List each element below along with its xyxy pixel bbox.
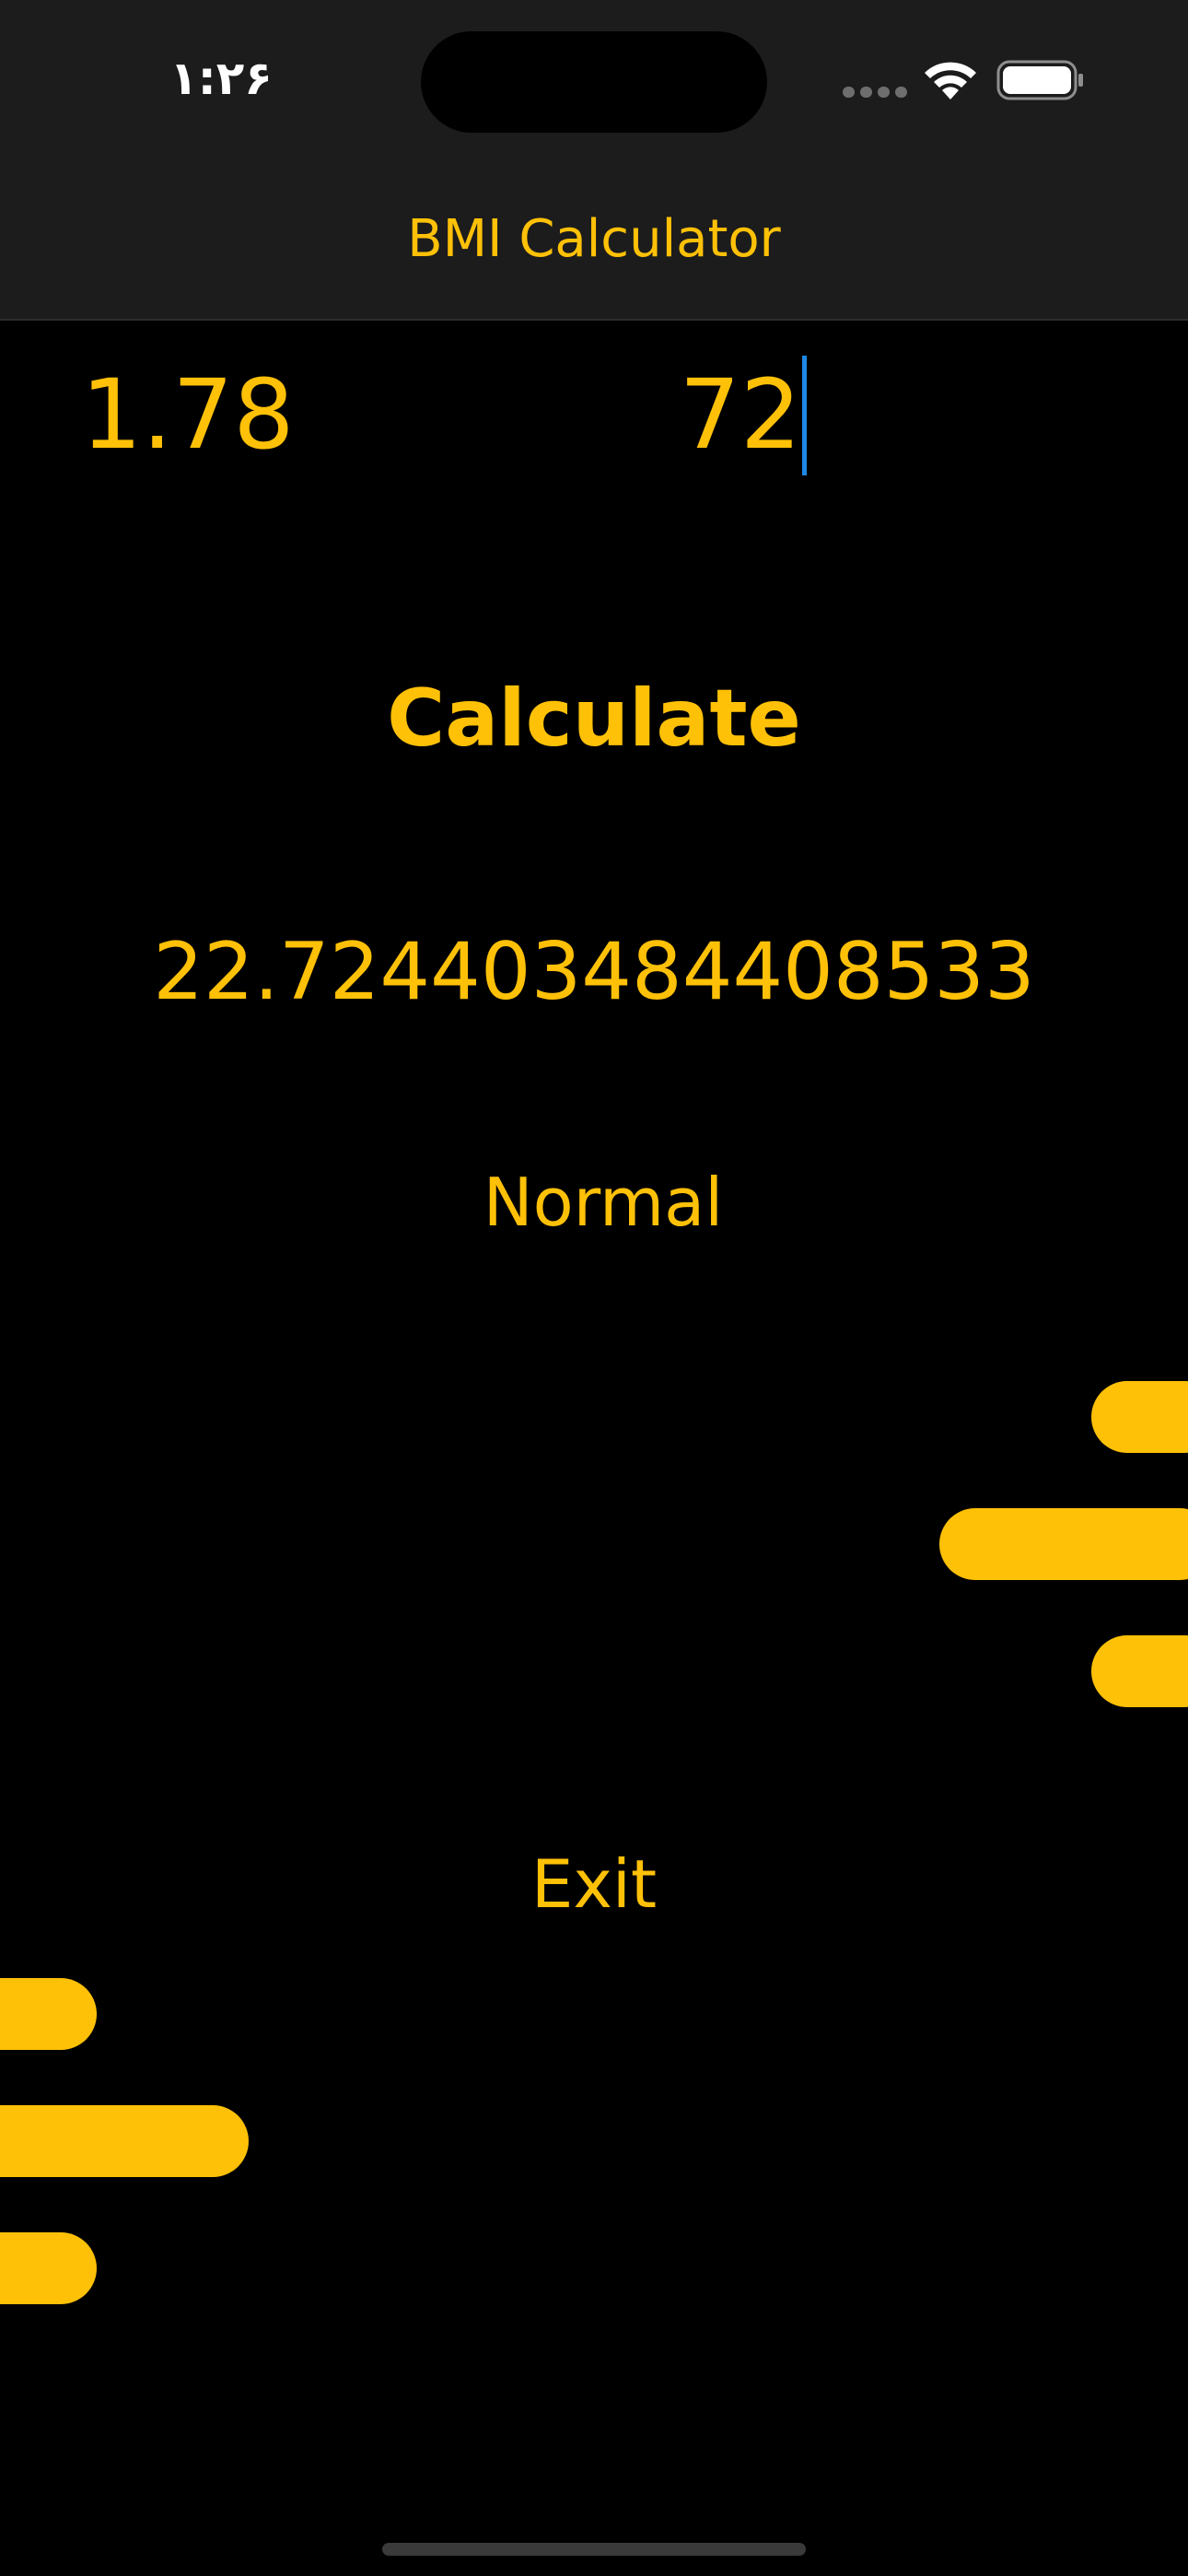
decorative-bar [0, 2232, 97, 2304]
status-time: ۱:۲۶ [169, 52, 273, 105]
exit-button[interactable]: Exit [456, 1824, 732, 1944]
page-title: BMI Calculator [407, 209, 781, 269]
decorative-bar [939, 1508, 1188, 1580]
decorative-bar [0, 2105, 249, 2177]
decorative-bar [0, 1978, 97, 2050]
calculate-button[interactable]: Calculate [318, 645, 870, 792]
home-indicator[interactable] [382, 2543, 806, 2556]
dynamic-island [421, 31, 767, 133]
app-bar: BMI Calculator [0, 157, 1188, 321]
wifi-icon [925, 62, 976, 100]
weight-input[interactable] [571, 341, 801, 488]
status-bar: ۱:۲۶ [0, 0, 1188, 157]
decorative-bar [1091, 1635, 1188, 1707]
height-input[interactable] [81, 341, 560, 488]
battery-icon [996, 60, 1083, 100]
bmi-category-label: Normal [483, 1164, 724, 1241]
text-cursor [802, 356, 807, 475]
bmi-result-value: 22.724403484408533 [153, 926, 1035, 1018]
decorative-bar [1091, 1381, 1188, 1453]
cellular-signal-icon [843, 87, 907, 98]
